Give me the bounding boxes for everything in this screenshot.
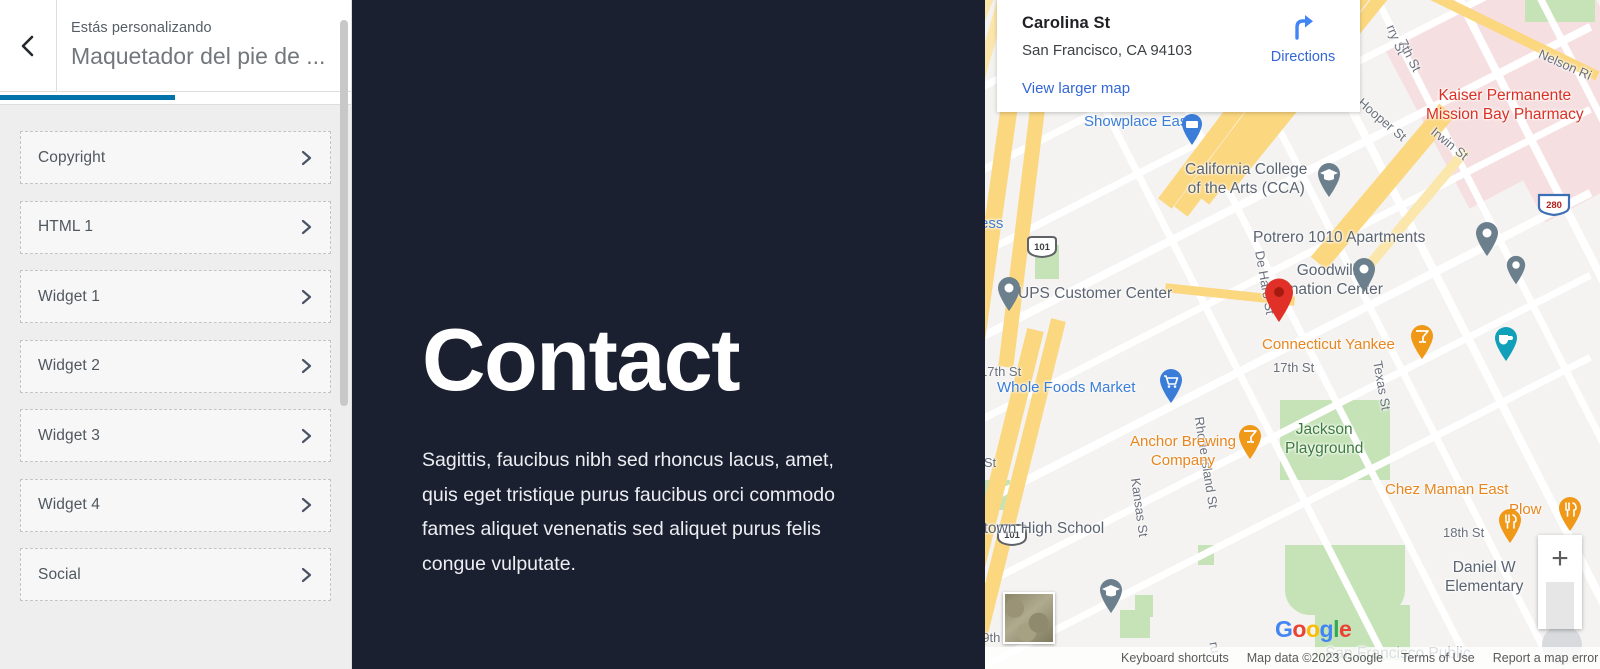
sidebar-item-widget-1[interactable]: Widget 1 xyxy=(20,270,331,323)
sidebar-item-label: HTML 1 xyxy=(38,218,94,235)
directions-arrow-icon xyxy=(1288,15,1318,46)
poi-pin-potrero-1010[interactable] xyxy=(1474,221,1500,257)
poi-pin-bottom[interactable] xyxy=(1493,326,1519,362)
chevron-right-icon xyxy=(300,218,314,236)
sidebar-item-widget-3[interactable]: Widget 3 xyxy=(20,409,331,462)
keyboard-shortcuts-link[interactable]: Keyboard shortcuts xyxy=(1121,651,1229,665)
google-map[interactable]: 80 101 280 101 xyxy=(985,0,1600,669)
poi-label-whole-foods[interactable]: Whole Foods Market xyxy=(997,379,1135,396)
sidebar-item-label: Copyright xyxy=(38,148,106,166)
sidebar-item-social[interactable]: Social xyxy=(20,548,331,601)
chevron-right-icon xyxy=(300,357,314,375)
google-logo-g2: g xyxy=(1319,616,1334,642)
street-label: 17th St xyxy=(1273,360,1315,375)
divider xyxy=(1546,582,1574,629)
sidebar-item-label: Widget 2 xyxy=(38,357,100,374)
sidebar-item-html-1[interactable]: HTML 1 xyxy=(20,200,331,254)
highway-shield-280: 280 xyxy=(1537,192,1571,216)
sidebar-item-widget-4[interactable]: Widget 4 xyxy=(20,478,331,532)
chevron-right-icon xyxy=(300,288,314,306)
sidebar-item-label: Widget 4 xyxy=(38,496,100,513)
poi-label-daniel-webster[interactable]: Daniel W Elementary xyxy=(1445,558,1523,596)
poi-label-potrero-1010[interactable]: Potrero 1010 Apartments xyxy=(1253,229,1425,247)
google-logo-e: e xyxy=(1338,616,1352,642)
progress-track xyxy=(0,92,351,105)
map-info-card: Carolina St San Francisco, CA 94103 View… xyxy=(997,0,1360,112)
progress-bar xyxy=(0,95,175,100)
street-label: 18th St xyxy=(1443,525,1485,540)
sidebar-item-widget-2[interactable]: Widget 2 xyxy=(20,339,331,393)
poi-pin-showplace-east[interactable] xyxy=(1179,112,1205,148)
sidebar-scrollbar[interactable] xyxy=(340,20,348,406)
poi-pin-cca[interactable] xyxy=(1316,162,1342,198)
poi-pin-connecticut-yankee[interactable] xyxy=(1409,324,1435,360)
map-data-text: Map data ©2023 Google xyxy=(1246,651,1384,665)
poi-pin-anchor-brewing[interactable] xyxy=(1237,424,1263,460)
back-button[interactable] xyxy=(0,0,57,91)
site-preview-panel: Contact Sagittis, faucibus nibh sed rhon… xyxy=(352,0,985,669)
poi-pin-goodwill[interactable] xyxy=(1351,257,1377,293)
poi-label-ups[interactable]: UPS Customer Center xyxy=(1018,285,1172,303)
terms-of-use-link[interactable]: Terms of Use xyxy=(1401,651,1475,665)
street-label: a St xyxy=(985,455,997,470)
poi-label-connecticut-yankee[interactable]: Connecticut Yankee xyxy=(1262,336,1395,353)
app-screen: Estás personalizando Maquetador del pie … xyxy=(0,0,1600,669)
poi-label-kaiser-permanente[interactable]: Kaiser Permanente Mission Bay Pharmacy xyxy=(1426,86,1584,124)
panel-title: Maquetador del pie de ... xyxy=(71,43,326,70)
poi-pin-ups[interactable] xyxy=(996,276,1022,312)
chevron-right-icon xyxy=(300,427,314,445)
customizer-header: Estás personalizando Maquetador del pie … xyxy=(0,0,351,92)
zoom-in-button[interactable]: + xyxy=(1538,535,1582,582)
directions-button[interactable]: Directions xyxy=(1260,12,1346,65)
poi-label-cca[interactable]: California College of the Arts (CCA) xyxy=(1185,160,1307,198)
sidebar-item-label: Social xyxy=(38,565,81,583)
google-logo: Google xyxy=(1275,616,1352,643)
customizing-eyebrow: Estás personalizando xyxy=(71,20,212,36)
location-marker[interactable] xyxy=(1262,277,1296,323)
view-larger-map-link[interactable]: View larger map xyxy=(1022,80,1130,97)
svg-text:280: 280 xyxy=(1546,200,1562,211)
poi-pin-whole-foods[interactable] xyxy=(1158,368,1184,404)
map-satellite-thumbnail[interactable] xyxy=(1003,592,1055,644)
chevron-right-icon xyxy=(300,566,314,584)
poi-pin-high-school[interactable] xyxy=(1098,578,1124,614)
poi-label-high-school[interactable]: ntown High School xyxy=(985,520,1104,538)
sidebar-item-label: Widget 3 xyxy=(38,426,100,444)
sidebar-item-label: Widget 1 xyxy=(38,287,100,305)
chevron-left-icon xyxy=(18,33,38,59)
google-logo-g: G xyxy=(1275,616,1293,642)
customizer-title-block: Estás personalizando Maquetador del pie … xyxy=(57,0,351,91)
sidebar-item-copyright[interactable]: Copyright xyxy=(20,131,331,184)
directions-label: Directions xyxy=(1270,49,1336,65)
customizer-section-list: Copyright HTML 1 Widget 1 Widget 2 Widge… xyxy=(0,105,351,601)
customizer-sidebar: Estás personalizando Maquetador del pie … xyxy=(0,0,352,669)
page-title: Contact xyxy=(422,310,741,409)
google-logo-o1: o xyxy=(1292,616,1306,642)
map-attribution-bar: Keyboard shortcuts Map data ©2023 Google… xyxy=(985,647,1600,669)
google-logo-o2: o xyxy=(1305,616,1320,642)
poi-label-jackson-playground[interactable]: Jackson Playground xyxy=(1285,420,1363,458)
highway-shield-101: 101 xyxy=(1025,235,1059,259)
poi-label-chez-maman-east[interactable]: Chez Maman East xyxy=(1385,481,1508,498)
svg-text:101: 101 xyxy=(1034,242,1051,253)
chevron-right-icon xyxy=(300,149,314,167)
poi-label-showplace-east[interactable]: Showplace East xyxy=(1084,113,1192,130)
zoom-controls: + xyxy=(1538,535,1582,629)
street-label: 17th St xyxy=(985,364,1022,379)
poi-pin-unnamed-north[interactable] xyxy=(1505,255,1531,291)
chevron-right-icon xyxy=(300,496,314,514)
plus-icon: + xyxy=(1551,541,1569,575)
report-map-error-link[interactable]: Report a map error xyxy=(1493,651,1599,665)
poi-pin-plow[interactable] xyxy=(1557,496,1583,532)
poi-label-anchor-brewing[interactable]: Anchor Brewing Company xyxy=(1113,432,1253,470)
poi-pin-chez-maman-east[interactable] xyxy=(1497,508,1523,544)
poi-label-ess[interactable]: ess xyxy=(985,215,1003,232)
page-body-text: Sagittis, faucibus nibh sed rhoncus lacu… xyxy=(422,449,835,575)
map-canvas: 80 101 280 101 xyxy=(985,0,1600,669)
